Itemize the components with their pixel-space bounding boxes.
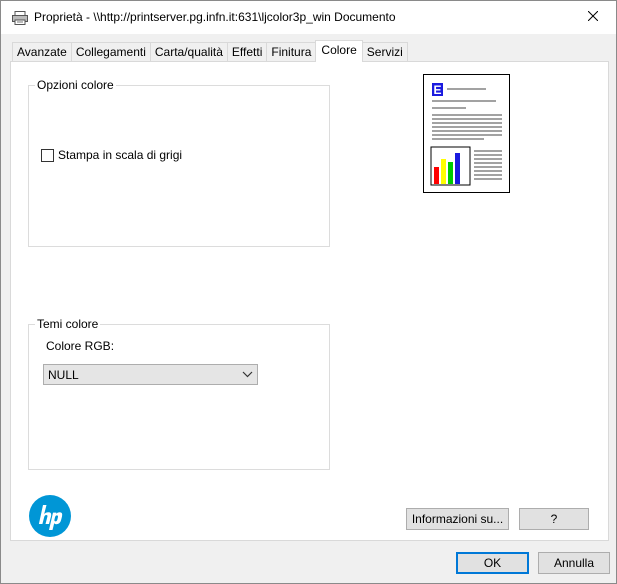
rgb-color-value: NULL [48,367,79,382]
color-themes-title: Temi colore [35,317,101,331]
hp-logo [29,495,71,537]
chevron-down-icon [242,369,253,383]
tab-effetti[interactable]: Effetti [226,42,268,61]
tab-servizi[interactable]: Servizi [361,42,408,61]
color-themes-group: Temi colore Colore RGB: NULL [28,317,330,470]
grayscale-option[interactable]: Stampa in scala di grigi [41,148,182,162]
printer-properties-dialog: Proprietà - \\http://printserver.pg.infn… [0,0,617,584]
cancel-button[interactable]: Annulla [538,552,610,574]
ok-button[interactable]: OK [456,552,529,574]
colore-tab-panel: Opzioni colore Stampa in scala di grigi … [10,61,609,541]
tab-finitura[interactable]: Finitura [266,42,317,61]
color-options-title: Opzioni colore [35,78,116,92]
preview-letter: E [434,83,442,97]
tab-carta-qualita[interactable]: Carta/qualità [149,42,228,61]
grayscale-checkbox[interactable] [41,148,54,162]
grayscale-label: Stampa in scala di grigi [58,148,183,162]
close-button[interactable] [570,1,616,33]
page-preview: E [423,74,510,193]
color-options-group: Opzioni colore Stampa in scala di grigi [28,78,330,247]
rgb-color-label: Colore RGB: [46,339,115,353]
rgb-color-select[interactable]: NULL [43,364,258,385]
tab-avanzate[interactable]: Avanzate [12,42,72,61]
info-button[interactable]: Informazioni su... [406,508,509,530]
tab-collegamenti[interactable]: Collegamenti [70,42,151,61]
close-icon [587,10,599,24]
title-bar: Proprietà - \\http://printserver.pg.infn… [1,1,616,34]
printer-icon [12,11,28,25]
tab-strip: Avanzate Collegamenti Carta/qualità Effe… [12,40,408,62]
help-button[interactable]: ? [519,508,589,530]
tab-colore[interactable]: Colore [315,40,363,62]
window-title: Proprietà - \\http://printserver.pg.infn… [34,10,396,24]
